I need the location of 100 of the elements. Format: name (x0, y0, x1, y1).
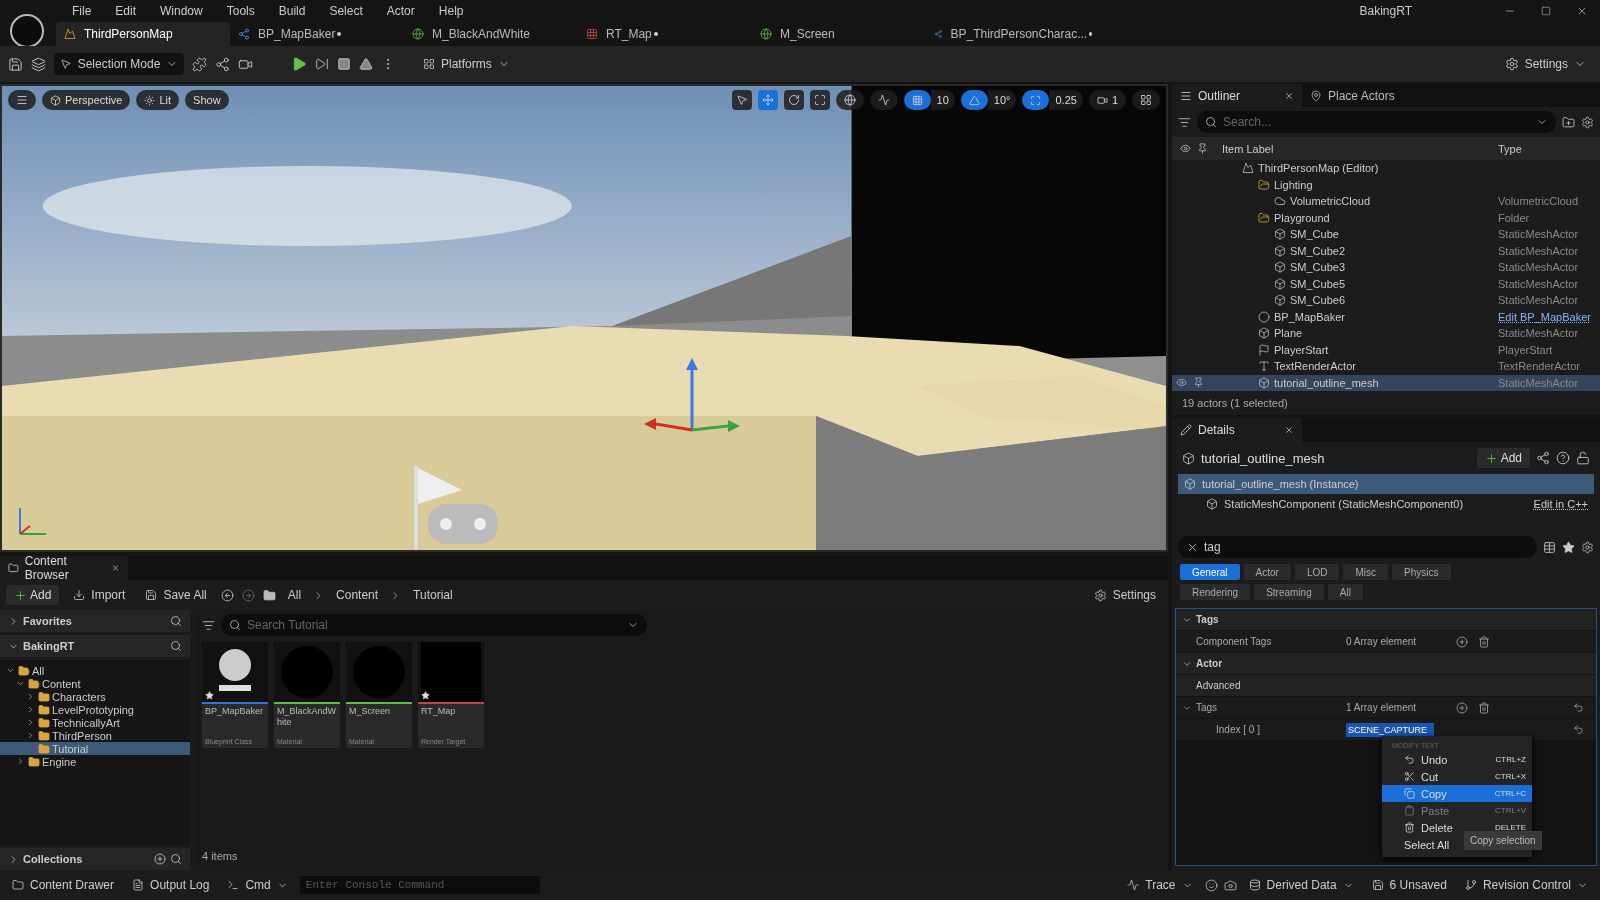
menu-item[interactable]: Cut CTRL+X (1382, 768, 1532, 785)
menu-item[interactable]: Tools (214, 4, 267, 18)
back-icon[interactable] (220, 588, 234, 602)
snap-value[interactable]: 10° (987, 90, 1017, 110)
category-label[interactable]: Advanced (1196, 680, 1241, 691)
filter-tab[interactable]: LOD (1294, 564, 1340, 580)
settings-icon[interactable] (1581, 115, 1594, 129)
outliner-row[interactable]: VolumetricCloud VolumetricCloud (1172, 193, 1600, 210)
caret-icon[interactable] (6, 666, 15, 675)
eject-icon[interactable] (359, 57, 373, 71)
filter-tab[interactable]: Misc (1343, 564, 1389, 580)
caret-icon[interactable] (16, 679, 25, 688)
filter-tab[interactable]: Actor (1243, 564, 1291, 580)
caret-icon[interactable] (26, 718, 35, 727)
search-icon[interactable] (170, 853, 182, 865)
close-icon[interactable] (1284, 90, 1294, 101)
forward-icon[interactable] (241, 588, 255, 602)
hierarchy-icon[interactable] (1536, 451, 1550, 465)
logo-icon[interactable] (10, 14, 44, 48)
reset-icon[interactable] (1573, 724, 1584, 735)
add-icon[interactable] (1456, 635, 1468, 648)
mode-dropdown[interactable]: Selection Mode (54, 53, 184, 75)
outliner-row[interactable]: SM_Cube StaticMeshActor (1172, 226, 1600, 243)
outliner-row[interactable]: SM_Cube6 StaticMeshActor (1172, 292, 1600, 309)
outliner-row[interactable]: tutorial_outline_mesh StaticMeshActor (1172, 374, 1600, 391)
caret-icon[interactable] (26, 692, 35, 701)
reset-icon[interactable] (1573, 702, 1584, 713)
menu-item[interactable]: File (60, 4, 104, 18)
document-tab[interactable]: M_Screen (752, 22, 926, 46)
help-icon[interactable] (1556, 451, 1570, 465)
menu-item[interactable]: Actor (374, 4, 427, 18)
add-actor-icon[interactable] (192, 56, 207, 72)
caret-icon[interactable] (26, 705, 35, 714)
status-button[interactable]: Derived Data (1242, 874, 1360, 896)
folder-row[interactable]: All (0, 664, 190, 677)
transform-tool[interactable] (731, 90, 752, 110)
toolbar-button[interactable]: Import (67, 584, 132, 606)
outliner-row[interactable]: PlayerStart PlayerStart (1172, 341, 1600, 358)
viewport-button[interactable]: Lit (136, 90, 180, 110)
add-button[interactable]: Add (1476, 448, 1530, 468)
close-icon[interactable] (1576, 5, 1588, 17)
search-field[interactable]: tag (1178, 536, 1537, 558)
filter-tab[interactable]: Rendering (1180, 584, 1251, 600)
transform-tool[interactable] (809, 90, 830, 110)
outliner-row[interactable]: SM_Cube2 StaticMeshActor (1172, 242, 1600, 259)
folder-row[interactable]: Tutorial (0, 742, 190, 755)
category-label[interactable]: Tags (1196, 614, 1219, 625)
menu-item[interactable]: Edit (103, 4, 149, 18)
snap-value[interactable]: 0.25 (1049, 90, 1083, 110)
clear-icon[interactable] (1186, 541, 1199, 554)
component-row[interactable]: StaticMeshComponent (StaticMeshComponent0) Edit in C++ (1178, 494, 1594, 514)
filter-tab[interactable]: Physics (1392, 564, 1451, 580)
save-icon[interactable] (8, 56, 23, 72)
folder-row[interactable]: LevelPrototyping (0, 703, 190, 716)
folder-row[interactable]: ThirdPerson (0, 729, 190, 742)
pin-icon[interactable] (1193, 377, 1204, 389)
trash-icon[interactable] (1478, 635, 1490, 648)
breadcrumb-item[interactable]: Tutorial (409, 586, 457, 604)
browse-icon[interactable] (31, 56, 46, 72)
folder-row[interactable]: TechnicallyArt (0, 716, 190, 729)
settings-icon[interactable] (1581, 540, 1594, 554)
platforms-button[interactable]: Platforms (417, 53, 516, 75)
stop-icon[interactable] (337, 57, 351, 71)
document-tab[interactable]: BP_MapBaker (230, 22, 404, 46)
menu-item[interactable]: Help (426, 4, 476, 18)
close-icon[interactable] (111, 563, 120, 573)
search-field[interactable]: Search Tutorial (221, 614, 647, 636)
panel-tab[interactable]: Outliner (1172, 84, 1302, 107)
skip-icon[interactable] (315, 57, 329, 71)
panel-tab[interactable]: Content Browser (0, 556, 128, 580)
trash-icon[interactable] (1478, 701, 1490, 714)
array-element-field[interactable]: SCENE_CAPTURE (1346, 722, 1434, 737)
section-header[interactable]: BakingRT (0, 635, 190, 657)
play-icon[interactable] (291, 56, 307, 72)
search-icon[interactable] (170, 615, 182, 627)
status-button[interactable]: 6 Unsaved (1365, 874, 1453, 896)
maximize-icon[interactable] (1541, 6, 1551, 16)
folder-row[interactable]: Characters (0, 690, 190, 703)
edit-link[interactable]: Edit BP_MapBaker (1498, 310, 1600, 323)
panel-tab[interactable]: Place Actors (1302, 84, 1432, 107)
camera-icon[interactable] (1223, 878, 1237, 892)
status-button[interactable]: Output Log (126, 874, 216, 896)
outliner-row[interactable]: Plane StaticMeshActor (1172, 325, 1600, 342)
face-icon[interactable] (1204, 878, 1218, 892)
menu-item[interactable]: Copy CTRL+C (1382, 785, 1532, 802)
section-header[interactable]: Collections (0, 848, 190, 870)
viewport-button[interactable]: Show (185, 90, 229, 110)
transform-tool[interactable] (783, 90, 804, 110)
menu-item[interactable]: Undo CTRL+Z (1382, 751, 1532, 768)
outliner-row[interactable]: SM_Cube3 StaticMeshActor (1172, 259, 1600, 276)
toolbar-button[interactable]: Save All (139, 584, 213, 606)
component-row[interactable]: tutorial_outline_mesh (Instance) (1178, 474, 1594, 494)
menu-item[interactable]: Build (266, 4, 318, 18)
filter-tab[interactable]: All (1327, 584, 1363, 600)
close-icon[interactable] (1284, 425, 1294, 435)
folder-add-icon[interactable] (1562, 115, 1575, 129)
status-button[interactable]: Trace (1121, 874, 1199, 896)
caret-icon[interactable] (26, 731, 35, 740)
breadcrumb-item[interactable]: Content (332, 586, 383, 604)
menu-item[interactable]: Select (317, 4, 375, 18)
